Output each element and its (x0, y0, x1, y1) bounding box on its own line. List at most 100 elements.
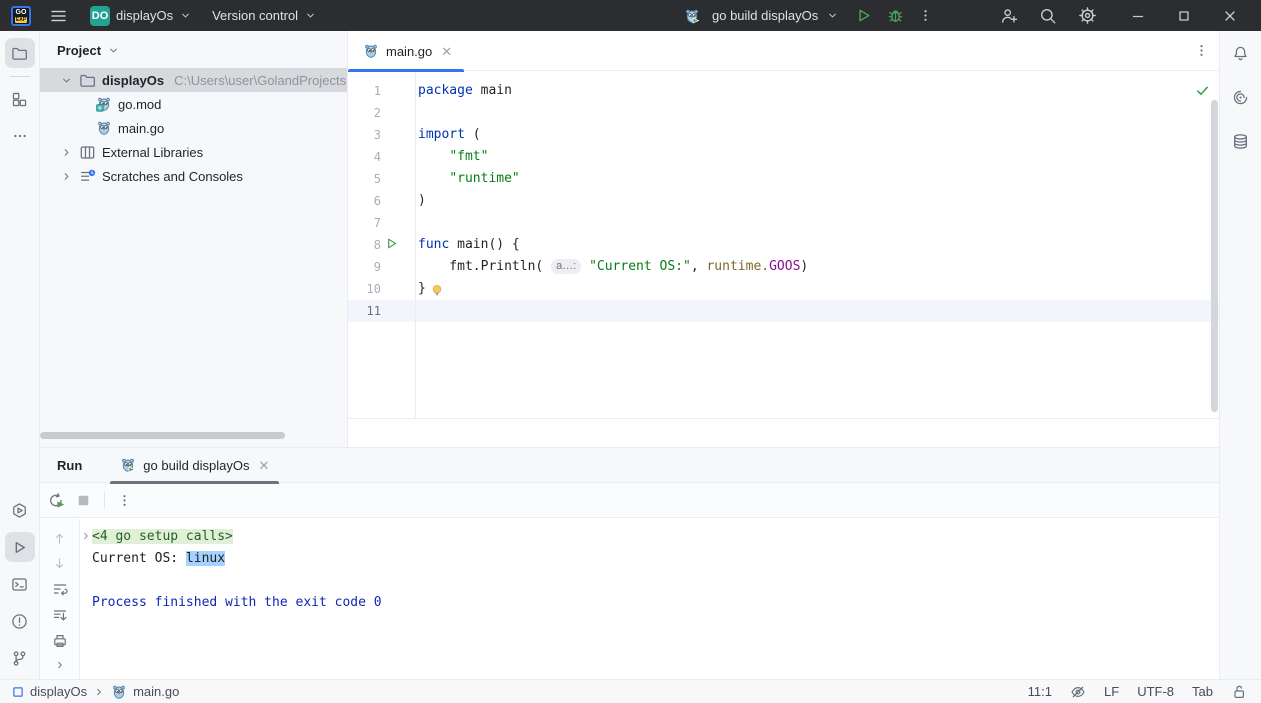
chevron-down-icon (826, 9, 839, 22)
services-toolwindow-button[interactable] (5, 495, 35, 525)
run-toolbar (40, 483, 1219, 518)
code-line-10[interactable]: 10} (348, 278, 1219, 300)
highlighting-level-icon[interactable] (1070, 684, 1086, 700)
tab-close-icon[interactable]: ✕ (259, 459, 270, 472)
main-menu-icon[interactable] (49, 8, 68, 24)
chevron-right-icon[interactable] (60, 146, 73, 159)
gopher-icon (96, 120, 112, 136)
more-toolwindows-button[interactable] (5, 121, 35, 151)
scroll-to-end-icon[interactable] (52, 607, 68, 623)
more-options-icon[interactable] (117, 493, 132, 508)
line-number[interactable]: 3 (348, 124, 415, 146)
close-button[interactable] (1207, 0, 1253, 31)
tab-close-icon[interactable]: ✕ (441, 45, 452, 58)
horizontal-scrollbar[interactable] (40, 432, 285, 439)
vcs-widget[interactable]: Version control (206, 4, 323, 28)
editor-content[interactable]: 1package main23import (4 "fmt"5 "runtime… (348, 72, 1219, 419)
console-output[interactable]: <4 go setup calls>Current OS: linuxProce… (92, 519, 1219, 614)
line-number[interactable]: 10 (348, 278, 415, 300)
ai-assistant-icon (1232, 89, 1249, 106)
line-number[interactable]: 11 (348, 300, 415, 322)
tree-row-external-libraries[interactable]: External Libraries (40, 140, 347, 164)
code-line-5[interactable]: 5 "runtime" (348, 168, 1219, 190)
search-everywhere-icon[interactable] (1034, 2, 1062, 30)
project-widget[interactable]: DO displayOs (84, 4, 198, 28)
code-line-8[interactable]: 8func main() { (348, 234, 1219, 256)
scratches-icon (79, 168, 96, 185)
code-with-me-icon[interactable] (995, 2, 1023, 30)
project-toolwindow-button[interactable] (5, 38, 35, 68)
chevron-down-icon[interactable] (60, 74, 73, 87)
breadcrumb-file[interactable]: main.go (133, 684, 179, 699)
line-number[interactable]: 1 (348, 80, 415, 102)
settings-gear-icon[interactable] (1073, 2, 1101, 30)
indent-style[interactable]: Tab (1192, 684, 1213, 699)
line-number[interactable]: 9 (348, 256, 415, 278)
line-ending[interactable]: LF (1104, 684, 1119, 699)
code-line-7[interactable]: 7 (348, 212, 1219, 234)
vcs-label: Version control (212, 8, 298, 23)
console-line (92, 570, 1219, 592)
soft-wrap-icon[interactable] (52, 581, 68, 597)
next-occurrence-icon[interactable] (52, 556, 67, 571)
code-line-11[interactable]: 11 (348, 300, 1219, 322)
terminal-toolwindow-button[interactable] (5, 569, 35, 599)
project-panel-header[interactable]: Project (40, 31, 347, 68)
chevron-down-icon (304, 9, 317, 22)
debug-button[interactable] (881, 2, 909, 30)
database-button[interactable] (1226, 126, 1256, 156)
print-icon[interactable] (52, 633, 68, 649)
run-configuration-widget[interactable]: go build displayOs (678, 4, 845, 28)
tree-row-displayos[interactable]: displayOsC:\Users\user\GolandProjects (40, 68, 347, 92)
line-number[interactable]: 6 (348, 190, 415, 212)
problems-toolwindow-button[interactable] (5, 606, 35, 636)
unlocked-icon[interactable] (1231, 684, 1247, 700)
editor-scrollbar[interactable] (1211, 100, 1218, 412)
code-line-6[interactable]: 6) (348, 190, 1219, 212)
run-gutter-icon[interactable] (385, 237, 398, 250)
chevron-right-icon[interactable] (60, 170, 73, 183)
code-line-2[interactable]: 2 (348, 102, 1219, 124)
line-number[interactable]: 2 (348, 102, 415, 124)
line-number[interactable]: 5 (348, 168, 415, 190)
more-actions-icon[interactable] (913, 2, 937, 30)
code-line-3[interactable]: 3import ( (348, 124, 1219, 146)
git-toolwindow-button[interactable] (5, 643, 35, 673)
console-area: <4 go setup calls>Current OS: linuxProce… (40, 519, 1219, 679)
run-button[interactable] (849, 2, 877, 30)
code-line-9[interactable]: 9 fmt.Println( a…: "Current OS:", runtim… (348, 256, 1219, 278)
line-number[interactable]: 4 (348, 146, 415, 168)
stop-icon[interactable] (75, 492, 92, 509)
ai-assistant-button[interactable] (1226, 82, 1256, 112)
file-encoding[interactable]: UTF-8 (1137, 684, 1174, 699)
breadcrumb-project[interactable]: displayOs (30, 684, 87, 699)
console-line: Process finished with the exit code 0 (92, 592, 1219, 614)
tree-row-scratches-and-consoles[interactable]: Scratches and Consoles (40, 164, 347, 188)
run-toolwindow-button[interactable] (5, 532, 35, 562)
intention-bulb-icon[interactable] (430, 283, 444, 298)
code-text: "fmt" (418, 146, 488, 168)
prev-occurrence-icon[interactable] (52, 531, 67, 546)
inspections-ok-icon[interactable] (1195, 83, 1210, 98)
notifications-button[interactable] (1226, 38, 1256, 68)
run-tab[interactable]: go build displayOs ✕ (110, 448, 279, 483)
editor-options-icon[interactable] (1194, 43, 1209, 58)
gomod-icon (96, 96, 112, 112)
problems-icon (11, 613, 28, 630)
maximize-button[interactable] (1161, 0, 1207, 31)
run-config-name: go build displayOs (712, 8, 818, 23)
tree-row-main-go[interactable]: main.go (40, 116, 347, 140)
tree-row-go-mod[interactable]: go.mod (40, 92, 347, 116)
structure-toolwindow-button[interactable] (5, 84, 35, 114)
code-line-1[interactable]: 1package main (348, 80, 1219, 102)
rerun-icon[interactable] (48, 492, 65, 509)
code-line-4[interactable]: 4 "fmt" (348, 146, 1219, 168)
line-number[interactable]: 7 (348, 212, 415, 234)
fold-expand-icon[interactable] (80, 530, 92, 542)
editor-tab-main-go[interactable]: main.go ✕ (348, 31, 464, 71)
expand-icon[interactable] (54, 659, 66, 671)
editor-area: main.go ✕ 1package main23import (4 "fmt"… (348, 31, 1219, 447)
minimize-button[interactable] (1115, 0, 1161, 31)
line-number[interactable]: 8 (348, 234, 415, 256)
caret-position[interactable]: 11:1 (1028, 684, 1052, 699)
